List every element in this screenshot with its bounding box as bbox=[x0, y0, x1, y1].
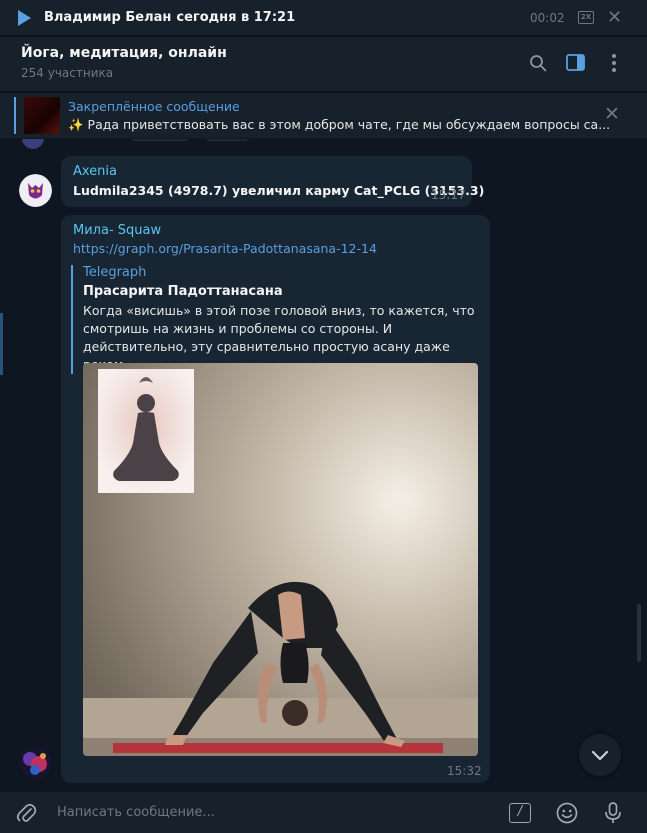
selection-strip bbox=[0, 313, 3, 375]
command-icon[interactable]: / bbox=[509, 803, 531, 823]
partial-message bbox=[205, 139, 250, 141]
side-panel-icon[interactable] bbox=[566, 54, 585, 71]
message-time: 15:17 bbox=[431, 188, 466, 202]
emoji-icon[interactable] bbox=[556, 802, 578, 824]
chevron-down-icon bbox=[591, 750, 609, 761]
pinned-accent-bar bbox=[14, 97, 16, 134]
microphone-icon[interactable] bbox=[603, 801, 623, 825]
preview-photo[interactable] bbox=[83, 363, 478, 756]
avatar[interactable] bbox=[19, 174, 52, 207]
chat-header: Йога, медитация, онлайн 254 участника bbox=[0, 37, 647, 91]
scroll-down-button[interactable] bbox=[579, 734, 621, 776]
scrollbar[interactable] bbox=[637, 604, 641, 662]
pinned-title: Закреплённое сообщение bbox=[68, 99, 240, 114]
member-count: 254 участника bbox=[21, 66, 114, 80]
attach-icon[interactable] bbox=[15, 802, 37, 824]
message-input[interactable]: Написать сообщение... bbox=[57, 805, 215, 820]
link-preview[interactable]: Telegraph Прасарита Падоттанасана Когда … bbox=[71, 265, 479, 374]
more-icon[interactable] bbox=[605, 52, 623, 74]
message-list[interactable]: Axenia Ludmila2345 (4978.7) увеличил кар… bbox=[0, 139, 647, 791]
speed-icon[interactable]: 2X bbox=[578, 11, 594, 24]
play-icon[interactable] bbox=[18, 9, 31, 26]
pinned-text: ✨ Рада приветствовать вас в этом добром … bbox=[68, 117, 611, 132]
avatar bbox=[22, 139, 44, 149]
audio-player-bar: Владимир Белан сегодня в 17:21 00:02 2X … bbox=[0, 0, 647, 36]
pinned-thumbnail bbox=[24, 97, 60, 134]
message-link[interactable]: https://graph.org/Prasarita-Padottanasan… bbox=[73, 241, 377, 256]
player-subtitle: сегодня в 17:21 bbox=[176, 10, 296, 25]
message-text: Ludmila2345 (4978.7) увеличил карму Cat_… bbox=[73, 183, 485, 198]
chat-title[interactable]: Йога, медитация, онлайн bbox=[21, 45, 227, 61]
pinned-message[interactable]: Закреплённое сообщение ✨ Рада приветство… bbox=[0, 92, 647, 138]
avatar[interactable] bbox=[19, 746, 52, 779]
sender-name[interactable]: Axenia bbox=[73, 164, 117, 179]
player-title[interactable]: Владимир Белан bbox=[44, 10, 171, 25]
message-bubble[interactable]: Axenia Ludmila2345 (4978.7) увеличил кар… bbox=[61, 156, 484, 207]
pinned-close-icon[interactable]: ✕ bbox=[604, 103, 620, 125]
message-bubble[interactable]: Мила- Squaw https://graph.org/Prasarita-… bbox=[61, 215, 490, 783]
partial-message bbox=[130, 139, 190, 141]
preview-site: Telegraph bbox=[83, 265, 147, 280]
message-time: 15:32 bbox=[447, 764, 482, 778]
sender-name[interactable]: Мила- Squaw bbox=[73, 223, 161, 238]
player-time: 00:02 bbox=[530, 11, 565, 25]
compose-bar: Написать сообщение... / bbox=[0, 791, 647, 833]
preview-title: Прасарита Падоттанасана bbox=[83, 284, 283, 299]
close-icon[interactable]: ✕ bbox=[607, 7, 622, 28]
search-icon[interactable] bbox=[529, 54, 547, 72]
